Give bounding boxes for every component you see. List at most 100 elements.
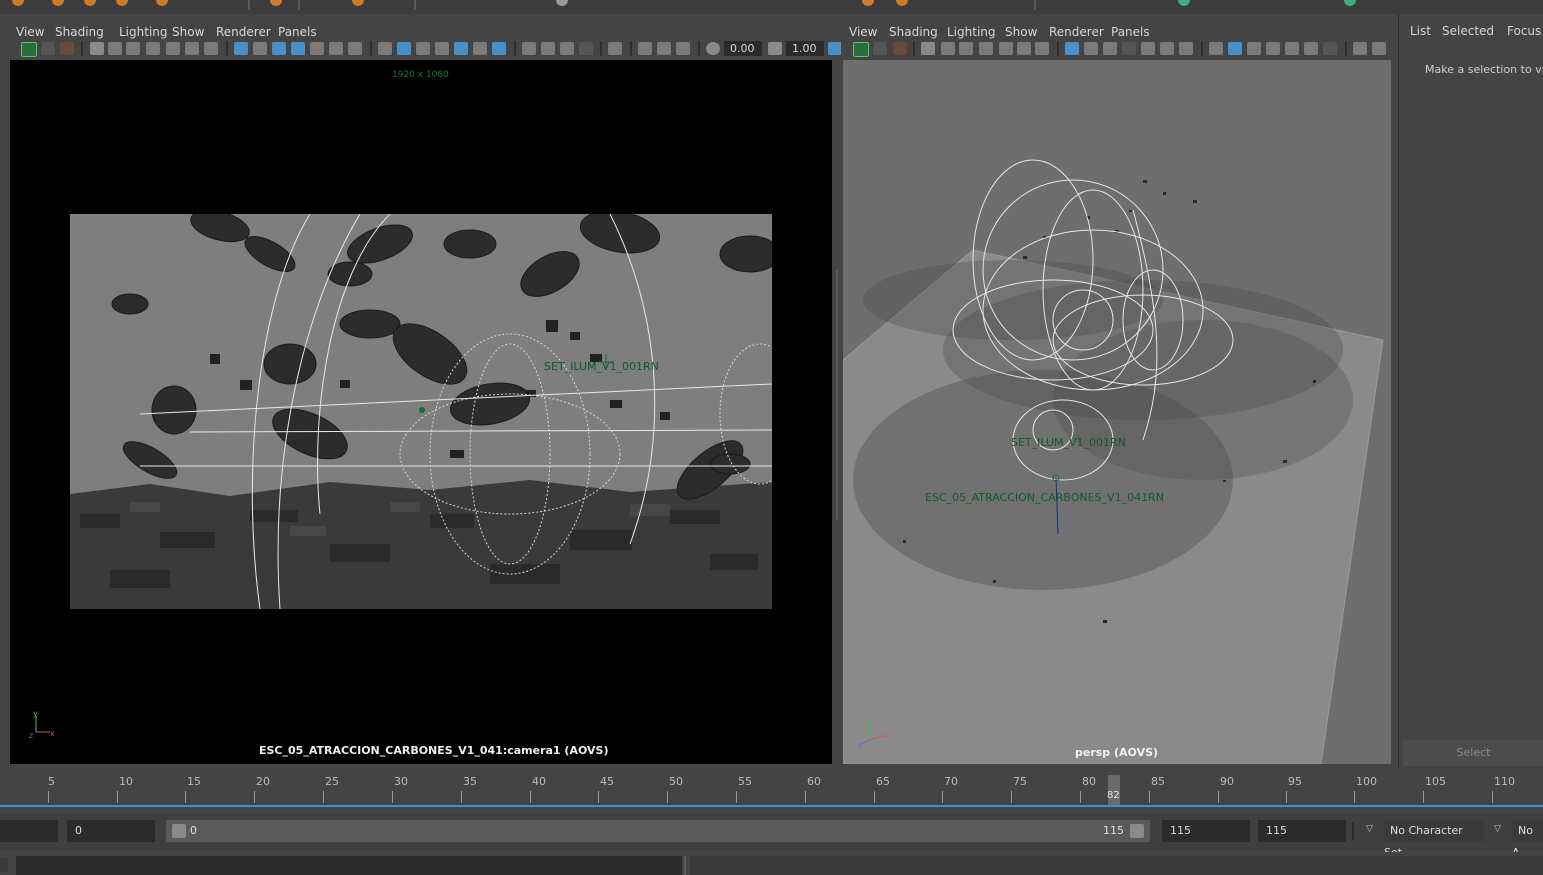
chevron-down-icon[interactable]: ▽ <box>1366 824 1373 834</box>
shelf-icon[interactable] <box>1344 0 1356 6</box>
playback-end-field[interactable]: 115 <box>1162 820 1250 842</box>
motion-blur-icon[interactable] <box>1179 42 1193 55</box>
panel-splitter[interactable] <box>836 270 838 520</box>
gamma-input[interactable]: 1.00 <box>786 41 824 56</box>
select-button[interactable]: Select <box>1403 740 1543 766</box>
textured-icon[interactable] <box>272 42 286 55</box>
menu-panels[interactable]: Panels <box>1111 25 1150 39</box>
camera-attr-icon[interactable] <box>41 42 55 55</box>
menu-show[interactable]: Show <box>172 25 204 39</box>
grease-pencil-icon[interactable] <box>979 42 993 55</box>
grid-icon[interactable] <box>999 42 1013 55</box>
shelf-icon[interactable] <box>896 0 908 6</box>
ssao-icon[interactable] <box>541 42 555 55</box>
menu-shading[interactable]: Shading <box>55 25 104 39</box>
checker-icon[interactable] <box>1285 42 1299 55</box>
checker-icon[interactable] <box>454 42 468 55</box>
image-plane-icon[interactable] <box>108 42 122 55</box>
light-bulb-icon[interactable] <box>1304 42 1318 55</box>
isolate-icon[interactable] <box>1209 42 1223 55</box>
exposure-input[interactable]: 0.00 <box>724 41 762 56</box>
smooth-shade-icon[interactable] <box>253 42 267 55</box>
2d-pan-icon[interactable] <box>126 42 140 55</box>
wireframe-icon[interactable] <box>234 42 248 55</box>
ssao-icon[interactable] <box>1372 42 1386 55</box>
xray-icon[interactable] <box>397 42 411 55</box>
shadows-icon[interactable] <box>1141 42 1155 55</box>
xray-active-icon[interactable] <box>435 42 449 55</box>
select-tool-icon[interactable] <box>608 42 622 55</box>
shelf-icon[interactable] <box>270 0 282 6</box>
camera-viewport-canvas[interactable]: 1920 x 1080 SET_ILUM_V1_001RN y x z ESC_… <box>10 60 832 764</box>
chevron-down-icon[interactable]: ▽ <box>1494 824 1501 834</box>
menu-show[interactable]: Show <box>1005 25 1037 39</box>
gamma-icon[interactable] <box>768 42 782 55</box>
2d-pan-icon[interactable] <box>959 42 973 55</box>
camera-icon[interactable] <box>90 42 104 55</box>
menu-panels[interactable]: Panels <box>278 25 317 39</box>
lights-icon[interactable] <box>1122 42 1136 55</box>
shelf-icon[interactable] <box>84 0 96 6</box>
shelf-icon[interactable] <box>12 0 24 6</box>
dof-icon[interactable] <box>560 42 574 55</box>
menu-renderer[interactable]: Renderer <box>216 25 271 39</box>
xray-joints-icon[interactable] <box>416 42 430 55</box>
camera-icon[interactable] <box>921 42 935 55</box>
textured-icon[interactable] <box>1103 42 1117 55</box>
time-slider[interactable]: 5 10 15 20 25 30 35 40 45 50 55 60 65 70… <box>0 773 1543 807</box>
smooth-shade-icon[interactable] <box>1084 42 1098 55</box>
shelf-icon[interactable] <box>116 0 128 6</box>
frame-selected-icon[interactable] <box>676 42 690 55</box>
frame-all-icon[interactable] <box>657 42 671 55</box>
xray-icon[interactable] <box>1228 42 1242 55</box>
color-management-icon[interactable] <box>828 42 842 55</box>
ao-icon[interactable] <box>1160 42 1174 55</box>
shelf-icon[interactable] <box>352 0 364 6</box>
camera-attr-icon[interactable] <box>873 42 887 55</box>
mel-toggle[interactable] <box>0 858 8 872</box>
film-gate-icon[interactable] <box>1017 42 1031 55</box>
exposure-icon[interactable] <box>706 42 720 55</box>
menu-lighting[interactable]: Lighting <box>947 25 996 39</box>
menu-focus[interactable]: Focus <box>1507 24 1541 38</box>
image-plane-icon[interactable] <box>941 42 955 55</box>
menu-selected[interactable]: Selected <box>1442 24 1494 38</box>
hud-icon[interactable] <box>579 42 593 55</box>
select-camera-icon[interactable] <box>853 42 869 57</box>
grid-icon[interactable] <box>166 42 180 55</box>
motion-blur-icon[interactable] <box>348 42 362 55</box>
range-slider[interactable]: 0 115 <box>166 820 1150 842</box>
anim-layer-dropdown[interactable]: No A <box>1512 820 1543 859</box>
shadows-icon[interactable] <box>310 42 324 55</box>
range-start-handle[interactable] <box>172 824 186 838</box>
select-camera-icon[interactable] <box>21 42 37 57</box>
shelf-icon[interactable] <box>156 0 168 6</box>
ao-icon[interactable] <box>329 42 343 55</box>
wireframe-icon[interactable] <box>1065 42 1079 55</box>
character-set-dropdown[interactable]: No Character Set <box>1384 820 1484 859</box>
film-gate-icon[interactable] <box>185 42 199 55</box>
lights-icon[interactable] <box>291 42 305 55</box>
bookmark-icon[interactable] <box>60 42 74 55</box>
menu-view[interactable]: View <box>849 25 877 39</box>
anim-end-field[interactable]: 115 <box>1258 820 1346 842</box>
playback-start-field[interactable]: 0 <box>67 820 155 842</box>
grease-pencil-icon[interactable] <box>146 42 160 55</box>
sphere-icon[interactable] <box>522 42 536 55</box>
command-input[interactable] <box>16 856 682 875</box>
anim-start-field[interactable] <box>0 820 58 842</box>
resolution-gate-icon[interactable] <box>1035 42 1049 55</box>
isolate-icon[interactable] <box>378 42 392 55</box>
menu-list[interactable]: List <box>1410 24 1431 38</box>
menu-renderer[interactable]: Renderer <box>1049 25 1104 39</box>
sphere-icon[interactable] <box>1353 42 1367 55</box>
viewport-effects-icon[interactable] <box>492 42 506 55</box>
shelf-icon[interactable] <box>1178 0 1190 6</box>
xray-joints-icon[interactable] <box>1247 42 1261 55</box>
light-bulb-icon[interactable] <box>473 42 487 55</box>
range-end-handle[interactable] <box>1130 824 1144 838</box>
shelf-icon[interactable] <box>862 0 874 6</box>
shelf-icon[interactable] <box>556 0 568 6</box>
menu-view[interactable]: View <box>16 25 44 39</box>
xray-active-icon[interactable] <box>1266 42 1280 55</box>
